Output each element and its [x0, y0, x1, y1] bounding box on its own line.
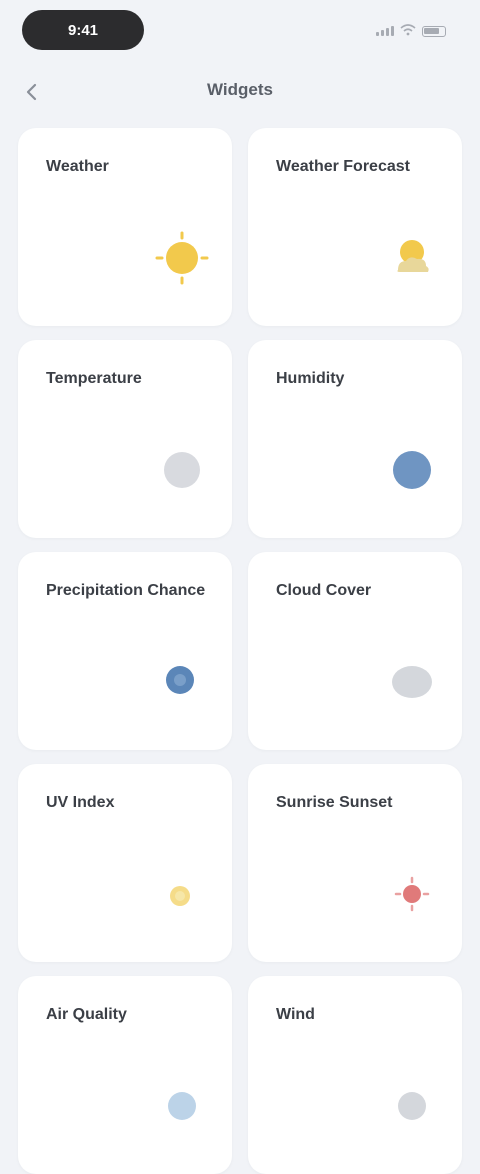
back-button[interactable]	[18, 78, 46, 106]
sun-icon	[150, 226, 214, 290]
widget-card-title: Humidity	[276, 370, 345, 387]
widget-card[interactable]: Temperature	[18, 340, 232, 538]
status-time-pill: 9:41	[22, 10, 144, 50]
widget-grid: Weather Weather Forecast Temperature Humidi…	[18, 128, 462, 1174]
page-title: Widgets	[207, 80, 273, 99]
widget-card-title: Cloud Cover	[276, 582, 372, 599]
nav-bar: Widgets	[0, 64, 480, 120]
widget-card[interactable]: Cloud Cover	[248, 552, 462, 750]
widget-card-title: Precipitation Chance	[46, 582, 206, 599]
thermometer-icon	[150, 438, 214, 502]
widget-card[interactable]: Weather Forecast	[248, 128, 462, 326]
droplet-icon	[380, 438, 444, 502]
widget-card-title: Air Quality	[46, 1006, 127, 1023]
widget-card[interactable]: Humidity	[248, 340, 462, 538]
widget-card-title: Weather	[46, 158, 109, 175]
sunset-icon	[380, 862, 444, 926]
wind-icon	[380, 1074, 444, 1138]
widget-card-title: Temperature	[46, 370, 142, 387]
sun-small-icon	[150, 862, 214, 926]
signal-icon	[376, 26, 394, 36]
status-indicators	[346, 20, 446, 42]
wifi-icon	[400, 23, 416, 39]
widget-card[interactable]: Precipitation Chance	[18, 552, 232, 750]
battery-icon	[422, 25, 446, 37]
widget-card[interactable]: Sunrise Sunset	[248, 764, 462, 962]
cloud-icon	[380, 650, 444, 714]
widget-card-title: Weather Forecast	[276, 158, 410, 175]
widget-card-title: Sunrise Sunset	[276, 794, 393, 811]
widget-card[interactable]: Weather	[18, 128, 232, 326]
widget-card-title: Wind	[276, 1006, 315, 1023]
widget-card[interactable]: Air Quality	[18, 976, 232, 1174]
leaf-icon	[150, 1074, 214, 1138]
chevron-left-icon	[26, 83, 37, 101]
cloud-sun-icon	[380, 226, 444, 290]
status-time: 9:41	[67, 21, 99, 39]
status-bar: 9:41	[0, 0, 480, 64]
widget-card[interactable]: UV Index	[18, 764, 232, 962]
umbrella-icon	[150, 650, 214, 714]
widget-card[interactable]: Wind	[248, 976, 462, 1174]
widget-card-title: UV Index	[46, 794, 115, 811]
